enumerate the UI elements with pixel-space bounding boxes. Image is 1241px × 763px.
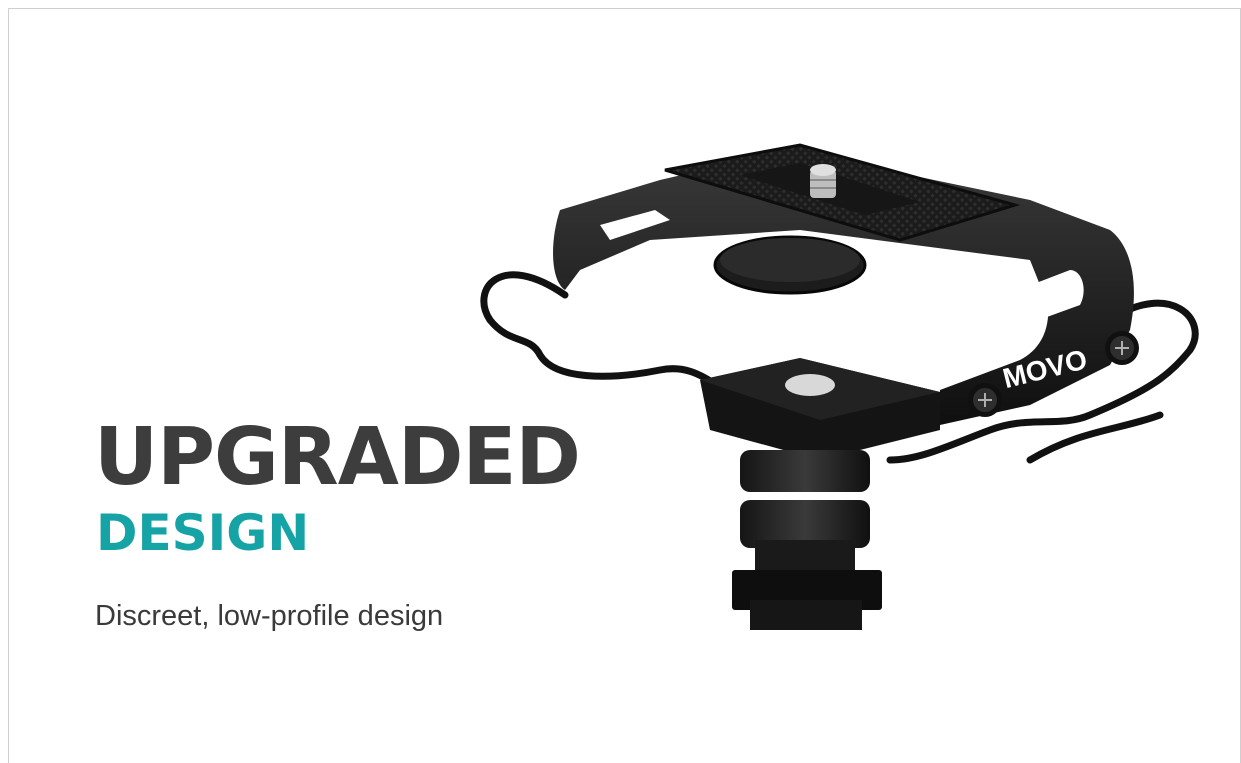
platform-screw [785,374,835,396]
side-screw-left [968,383,1002,417]
cold-shoe-base [732,450,882,630]
camera-screw [810,164,836,198]
side-screw-right [1105,331,1139,365]
subheadline: DESIGN [96,504,310,562]
caption: Discreet, low-profile design [95,600,444,632]
shock-mount-image: MOVO [480,143,1199,630]
